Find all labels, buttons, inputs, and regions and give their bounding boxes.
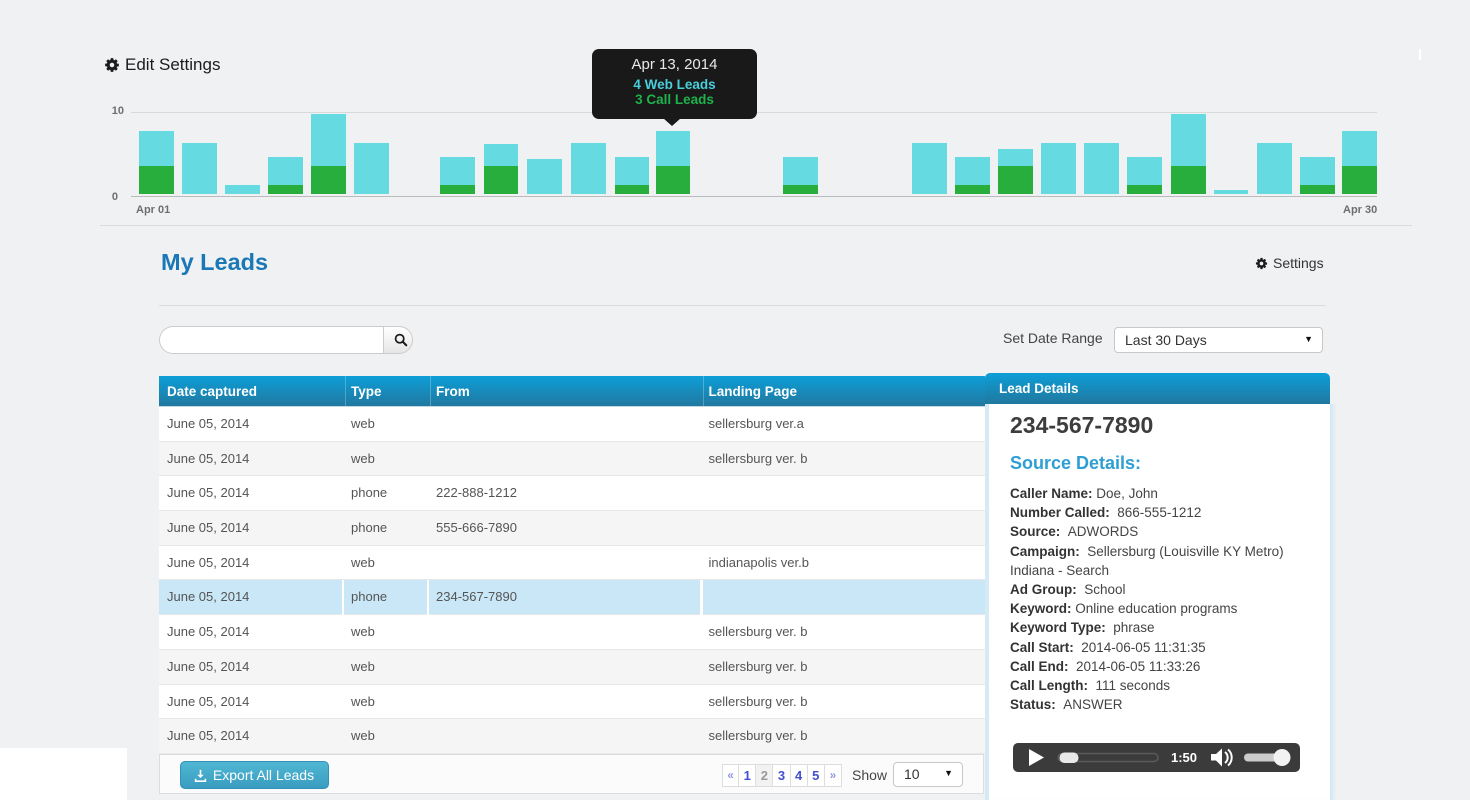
svg-text:1:50: 1:50 (1171, 750, 1197, 765)
